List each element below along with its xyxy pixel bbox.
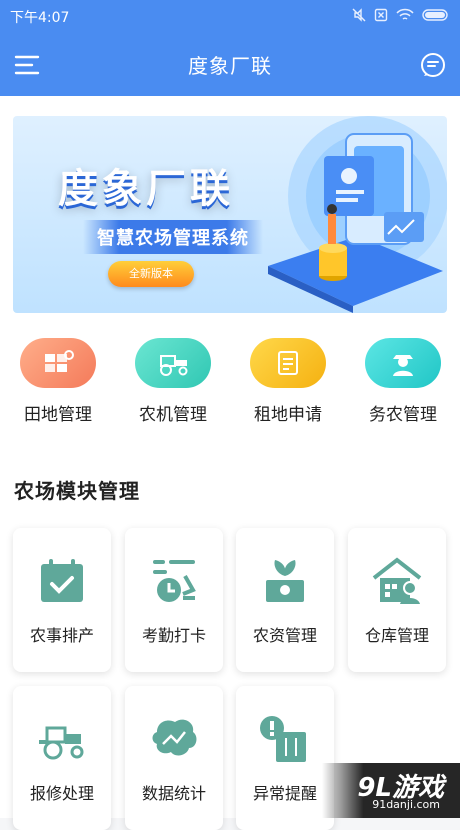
clock-in-icon xyxy=(153,560,196,602)
wifi-icon xyxy=(396,7,414,26)
watermark-url: 91danji.com xyxy=(372,798,440,811)
quick-item-machinery[interactable]: 农机管理 xyxy=(123,338,223,433)
banner-illustration xyxy=(268,116,447,313)
module-card-attendance[interactable]: 考勤打卡 xyxy=(125,528,223,672)
quick-item-field[interactable]: 田地管理 xyxy=(8,338,108,433)
quick-item-label: 农机管理 xyxy=(139,405,207,425)
banner-headline: 度象厂联 xyxy=(58,166,234,212)
quick-item-label: 租地申请 xyxy=(254,405,322,425)
module-label: 报修处理 xyxy=(29,784,94,803)
watermark: 9L游戏 91danji.com xyxy=(322,763,460,818)
section-title: 农场模块管理 xyxy=(14,479,140,503)
quick-actions: 田地管理 农机管理 租地申请 务农管理 xyxy=(0,338,460,433)
promo-banner[interactable]: 度象厂联 智慧农场管理系统 全新版本 xyxy=(13,116,447,313)
module-card-alert[interactable]: 异常提醒 xyxy=(236,686,334,830)
battery-icon xyxy=(422,7,450,26)
calendar-check-icon xyxy=(41,559,83,602)
module-label: 仓库管理 xyxy=(364,626,429,645)
status-icons xyxy=(352,7,450,26)
status-bar: 下午4:07 xyxy=(0,0,460,32)
lease-icon xyxy=(250,338,326,388)
status-time: 下午4:07 xyxy=(10,10,70,26)
banner-subtitle: 智慧农场管理系统 xyxy=(83,220,263,254)
mute-icon xyxy=(352,7,366,26)
page-title: 度象厂联 xyxy=(188,54,272,78)
warehouse-icon xyxy=(372,557,422,604)
field-icon xyxy=(20,338,96,388)
module-card-farm-schedule[interactable]: 农事排产 xyxy=(13,528,111,672)
module-card-repair[interactable]: 报修处理 xyxy=(13,686,111,830)
module-card-statistics[interactable]: 数据统计 xyxy=(125,686,223,830)
message-icon[interactable] xyxy=(420,52,446,78)
alert-icon xyxy=(260,716,306,762)
module-label: 考勤打卡 xyxy=(141,626,206,645)
module-card-farm-supplies[interactable]: 农资管理 xyxy=(236,528,334,672)
farmer-icon xyxy=(365,338,441,388)
app-bar: 度象厂联 xyxy=(0,32,460,96)
module-card-warehouse[interactable]: 仓库管理 xyxy=(348,528,446,672)
quick-item-farmer[interactable]: 务农管理 xyxy=(353,338,453,433)
module-label: 农事排产 xyxy=(29,626,94,645)
banner-badge: 全新版本 xyxy=(108,261,194,287)
quick-item-label: 田地管理 xyxy=(24,405,92,425)
tractor-repair-icon xyxy=(39,726,84,760)
main-content: 度象厂联 智慧农场管理系统 全新版本 田地管理 农机管理 租地申请 务农管理 农… xyxy=(0,96,460,830)
quick-item-lease[interactable]: 租地申请 xyxy=(238,338,338,433)
quick-item-label: 务农管理 xyxy=(369,405,437,425)
module-label: 数据统计 xyxy=(141,784,206,803)
module-label: 农资管理 xyxy=(252,626,317,645)
statistics-icon xyxy=(152,719,197,756)
farm-supplies-icon xyxy=(266,560,304,602)
module-label: 异常提醒 xyxy=(252,784,317,803)
tractor-icon xyxy=(135,338,211,388)
sim-off-icon xyxy=(374,7,388,26)
